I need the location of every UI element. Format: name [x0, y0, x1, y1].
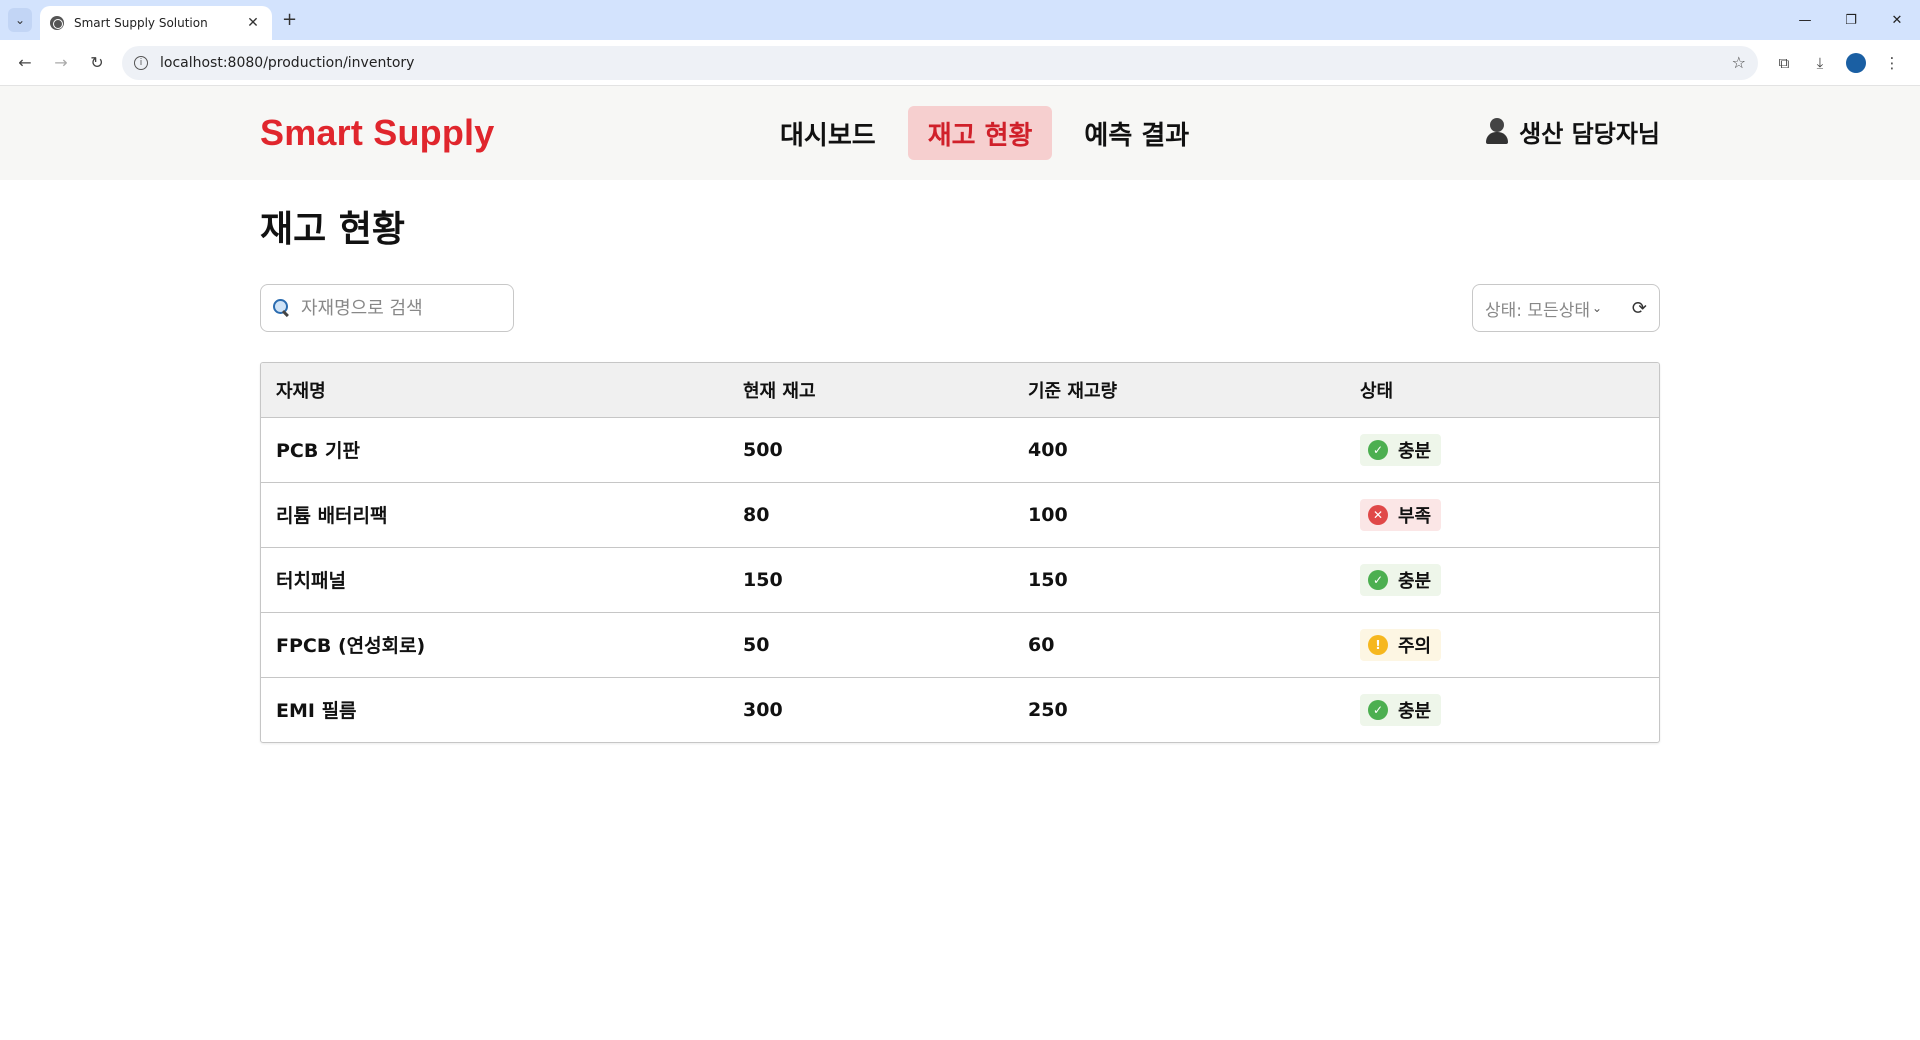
restore-button[interactable]: ❐ — [1828, 0, 1874, 40]
search-input[interactable] — [301, 297, 491, 319]
browser-tab-bar: ⌄ Smart Supply Solution ✕ + — ❐ ✕ — [0, 0, 1920, 40]
tab-title: Smart Supply Solution — [74, 16, 208, 30]
table-row[interactable]: EMI 필름 300 250 ✓ 충분 — [261, 676, 1659, 742]
cell-name: PCB 기판 — [276, 440, 360, 462]
table-row[interactable]: 터치패널 150 150 ✓ 충분 — [261, 546, 1659, 612]
user-menu[interactable]: 생산 담당자님 — [1485, 114, 1660, 149]
app-header: Smart Supply 대시보드 재고 현황 예측 결과 생산 담당자님 — [0, 86, 1920, 180]
warning-circle-icon: ! — [1368, 634, 1388, 655]
address-bar[interactable]: i localhost:8080/production/inventory ☆ — [122, 45, 1758, 80]
main-nav: 대시보드 재고 현황 예측 결과 — [760, 106, 1221, 160]
cell-name: FPCB (연성회로) — [261, 611, 728, 677]
status-badge: ✓ 충분 — [1360, 693, 1442, 726]
column-header-name[interactable]: 자재명 — [261, 363, 728, 418]
cell-base: 60 — [1013, 611, 1345, 677]
chevron-down-icon[interactable]: ⌄ — [1592, 301, 1602, 315]
cell-base: 150 — [1013, 546, 1345, 612]
nav-forecast[interactable]: 예측 결과 — [1064, 106, 1209, 160]
refresh-icon[interactable]: ⟳ — [1632, 298, 1647, 319]
page-title: 재고 현황 — [260, 209, 406, 250]
column-header-current[interactable]: 현재 재고 — [728, 363, 1013, 418]
bookmark-star-icon[interactable]: ☆ — [1732, 53, 1746, 72]
check-circle-icon: ✓ — [1368, 569, 1388, 590]
x-circle-icon: ✕ — [1368, 504, 1388, 525]
cell-status: ✓ 충분 — [1345, 546, 1659, 612]
search-box[interactable] — [260, 284, 514, 332]
column-header-status[interactable]: 상태 — [1345, 363, 1659, 418]
browser-actions: ⧉ ⤓ ⋮ — [1766, 52, 1910, 73]
filter-toolbar: 상태: 모든상태 ⌄ ⟳ — [260, 284, 1660, 332]
status-text: 충분 — [1398, 700, 1432, 722]
download-icon[interactable]: ⤓ — [1802, 54, 1838, 72]
cell-current: 80 — [728, 481, 1013, 547]
main-content: 재고 현황 상태: 모든상태 ⌄ ⟳ 자재명 현재 재고 기준 재고량 상태 — [260, 180, 1660, 743]
status-text: 충분 — [1398, 440, 1432, 462]
cell-status: ✕ 부족 — [1345, 481, 1659, 547]
status-filter[interactable]: 상태: 모든상태 ⌄ ⟳ — [1472, 284, 1660, 332]
url-text[interactable]: localhost:8080/production/inventory — [160, 55, 1732, 71]
status-text: 충분 — [1398, 570, 1432, 592]
nav-inventory[interactable]: 재고 현황 — [907, 106, 1053, 160]
browser-toolbar: ← → ↻ i localhost:8080/production/invent… — [0, 40, 1920, 86]
cell-current: 500 — [743, 438, 783, 461]
cell-status: ✓ 충분 — [1345, 417, 1659, 482]
cell-name: 리튬 배터리팩 — [261, 481, 728, 547]
minimize-button[interactable]: — — [1782, 0, 1828, 40]
cell-status: ! 주의 — [1345, 611, 1659, 677]
table-row[interactable]: FPCB (연성회로) 50 60 ! 주의 — [261, 611, 1659, 677]
cell-current: 150 — [728, 546, 1013, 612]
cell-current: 300 — [728, 676, 1013, 742]
user-label: 생산 담당자님 — [1519, 120, 1660, 148]
search-icon — [273, 299, 291, 317]
check-circle-icon: ✓ — [1368, 439, 1388, 460]
table-header-row: 자재명 현재 재고 기준 재고량 상태 — [261, 363, 1659, 418]
status-badge: ! 주의 — [1360, 628, 1442, 661]
status-text: 부족 — [1398, 505, 1432, 527]
nav-dashboard[interactable]: 대시보드 — [760, 106, 896, 160]
close-icon[interactable]: ✕ — [244, 15, 262, 31]
status-filter-label[interactable]: 상태: 모든상태 — [1485, 296, 1590, 321]
cell-base: 250 — [1013, 676, 1345, 742]
check-circle-icon: ✓ — [1368, 699, 1388, 720]
site-info-icon[interactable]: i — [134, 55, 148, 70]
window-close-button[interactable]: ✕ — [1874, 0, 1920, 40]
globe-icon — [50, 16, 64, 30]
extensions-icon[interactable]: ⧉ — [1766, 54, 1802, 72]
reload-button[interactable]: ↻ — [82, 48, 112, 78]
window-controls: — ❐ ✕ — [1782, 0, 1920, 40]
cell-name: 터치패널 — [261, 546, 728, 612]
cell-base: 400 — [1028, 438, 1068, 461]
status-badge: ✕ 부족 — [1360, 498, 1442, 531]
brand-logo[interactable]: Smart Supply — [260, 112, 494, 154]
cell-base: 100 — [1013, 481, 1345, 547]
new-tab-button[interactable]: + — [282, 9, 297, 30]
status-badge: ✓ 충분 — [1360, 563, 1442, 596]
user-icon — [1485, 117, 1509, 146]
back-button[interactable]: ← — [10, 48, 40, 78]
tab-search-button[interactable]: ⌄ — [8, 8, 32, 32]
status-badge: ✓ 충분 — [1360, 433, 1442, 466]
cell-status: ✓ 충분 — [1345, 676, 1659, 742]
profile-avatar[interactable] — [1846, 52, 1866, 73]
status-text: 주의 — [1398, 635, 1432, 657]
forward-button[interactable]: → — [46, 48, 76, 78]
browser-tab[interactable]: Smart Supply Solution ✕ — [40, 6, 272, 40]
table-row[interactable]: 리튬 배터리팩 80 100 ✕ 부족 — [261, 481, 1659, 547]
table-row[interactable]: PCB 기판 500 400 ✓ 충분 — [261, 417, 1659, 482]
column-header-base[interactable]: 기준 재고량 — [1013, 363, 1345, 418]
menu-kebab-icon[interactable]: ⋮ — [1874, 54, 1910, 72]
cell-current: 50 — [728, 611, 1013, 677]
cell-name: EMI 필름 — [261, 676, 728, 742]
inventory-table: 자재명 현재 재고 기준 재고량 상태 PCB 기판 500 400 ✓ 충분 — [260, 362, 1660, 743]
